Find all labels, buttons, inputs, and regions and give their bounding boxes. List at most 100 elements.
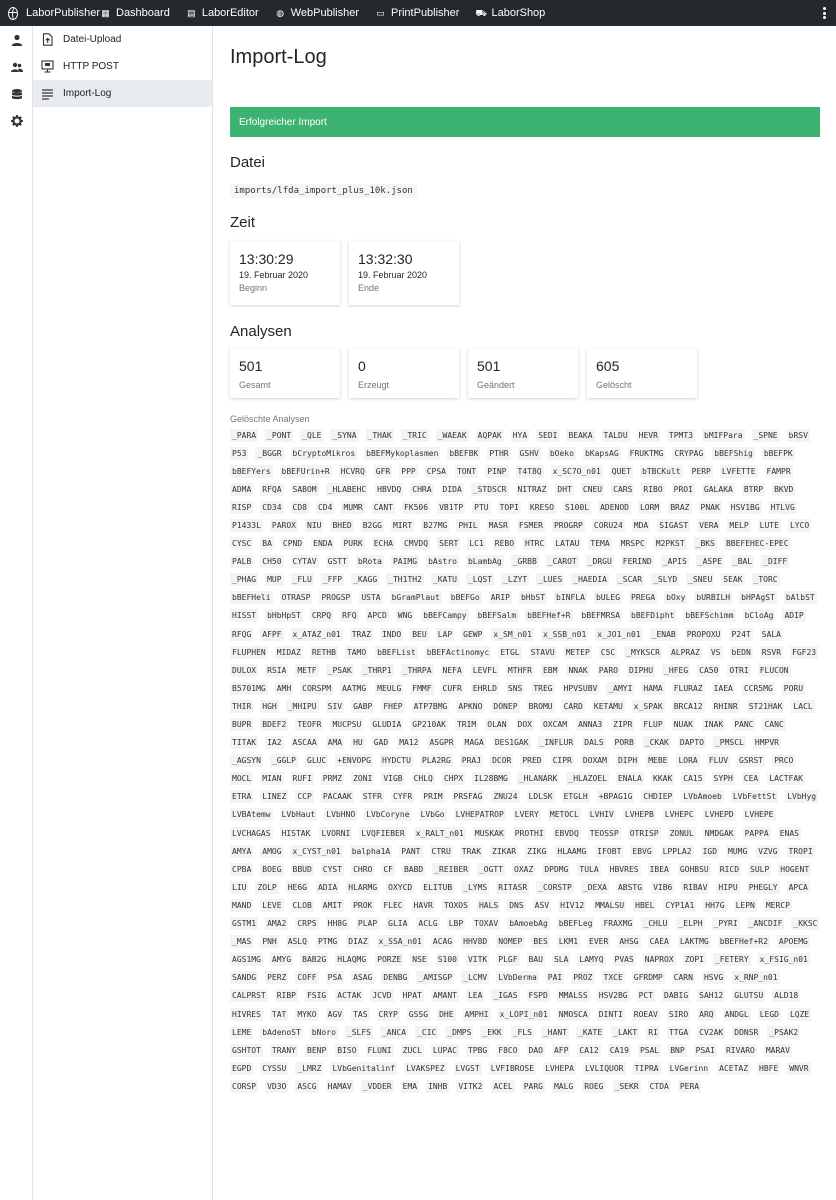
deleted-analysis-code: TRAK [459,844,484,858]
deleted-analysis-code: _DMPS [445,1025,474,1039]
stat-value: 501 [239,358,263,374]
nav-laborshop[interactable]: ⛟ LaborShop [475,0,545,26]
deleted-analysis-code: bINFLA [554,591,587,605]
deleted-analysis-code: P24T [729,627,753,641]
deleted-analysis-code: HISTAK [279,826,313,840]
deleted-analysis-code: LUTE [757,518,781,532]
deleted-analysis-code: MMALSS [556,989,590,1003]
deleted-analysis-code: OTRISP [627,826,661,840]
deleted-analysis-code: LIU [230,880,249,894]
user-icon [11,34,22,46]
deleted-analysis-code: CANT [371,500,395,514]
deleted-analysis-code: PTU [472,500,491,514]
deleted-analysis-code: OXYCD [386,880,415,894]
deleted-analysis-code: FLUP [641,718,665,731]
deleted-analysis-code: SABOM [290,482,319,496]
deleted-analysis-code: CA19 [607,1043,631,1057]
deleted-analysis-code: LVbHaut [279,808,318,822]
stat-card-changed: 501 Geändert [468,348,578,398]
rail-import[interactable] [0,80,33,107]
brand-label: LaborPublisher [26,7,100,19]
deleted-analysis-code: _STDSCR [470,482,509,496]
deleted-analysis-code: FRAXMG [601,917,635,931]
deleted-analysis-code: CD4 [315,500,335,514]
deleted-analysis-code: _LZYT [501,573,530,587]
deleted-analysis-code: bTBCKult [640,464,683,478]
nav-printpublisher[interactable]: ▭ PrintPublisher [375,0,459,26]
deleted-analysis-code: PNH [260,935,279,949]
deleted-analysis-code: _INFLUR [537,736,576,750]
nav-laboreditor[interactable]: ▤ LaborEditor [186,0,259,26]
rail-settings[interactable] [0,107,33,134]
sidebar-item-datei-upload[interactable]: Datei-Upload [33,26,212,53]
deleted-analysis-code: ASCG [295,1079,319,1093]
deleted-analysis-code: CHRO [351,862,375,876]
deleted-analysis-code: _VDDER [360,1079,394,1093]
deleted-analysis-code: PNAK [698,500,722,514]
deleted-analysis-code: NOMEP [496,935,525,949]
deleted-analysis-code: _LYMS [461,880,490,894]
document-icon: ▤ [187,7,196,18]
deleted-analysis-code: _HAEDIA [571,573,609,587]
deleted-analysis-code: RIVARO [723,1043,757,1057]
deleted-analysis-code: B5701MG [230,681,268,695]
page-title: Import-Log [230,46,327,68]
nav-webpublisher[interactable]: ◍ WebPublisher [275,0,359,26]
analyses-cards: 501 Gesamt 0 Erzeugt 501 Geändert 605 Ge… [230,348,820,398]
deleted-analysis-code: JCVD [370,989,394,1003]
deleted-analysis-code: NAPROX [642,953,676,967]
deleted-analysis-code: BAU [526,953,545,967]
deleted-analysis-code: RUFI [290,772,314,786]
deleted-analysis-code: NSE [410,953,429,967]
deleted-analysis-code: _SCAR [615,573,645,587]
deleted-analysis-code: HOGENT [778,862,812,876]
deleted-analysis-code: AMH [274,681,294,695]
deleted-analysis-code: bURBILH [694,591,733,605]
deleted-analysis-code: T4T8Q [515,464,544,478]
deleted-analysis-code: SAH12 [697,989,726,1003]
rail-user[interactable] [0,26,33,53]
deleted-analysis-code: LORA [676,754,700,768]
deleted-analysis-code: _MYKSCR [624,645,662,659]
deleted-analysis-code: CTDA [647,1079,671,1093]
deleted-analysis-code: CYSC [230,537,254,551]
deleted-analysis-code: CRPQ [309,609,334,623]
deleted-analysis-code: CHLQ [411,772,435,786]
deleted-analysis-code: AMYA [230,844,254,858]
deleted-analysis-code: bBEFHef+R2 [717,935,770,949]
sidebar-item-label: Datei-Upload [63,34,122,45]
deleted-analysis-code: _ENAB [649,627,678,641]
deleted-analysis-code: EBVG [630,844,654,858]
deleted-analysis-code: HTLVG [768,500,797,514]
brand-link[interactable]: LaborPublisher [0,0,100,26]
deleted-analysis-code: DES1GAK [492,736,531,750]
deleted-analysis-code: _WAEAK [435,428,469,442]
deleted-analysis-code: GLIA [386,917,410,931]
deleted-analysis-code: AMA [325,736,345,750]
deleted-analysis-code: PRIM [421,790,445,804]
sidebar-item-import-log[interactable]: Import-Log [33,80,212,107]
deleted-analysis-code: _ASPE [695,555,724,569]
deleted-analysis-code: TEOSSP [587,826,621,840]
deleted-analysis-code: DIDA [440,482,464,496]
deleted-analysis-code: BOEG [260,862,284,876]
deleted-analysis-code: _PSAK2 [767,1025,801,1039]
deleted-analysis-code: FSMER [516,518,545,532]
sidebar-item-http-post[interactable]: HTTP POST [33,53,212,80]
deleted-analysis-code: ENDA [311,537,335,551]
deleted-analysis-code: ALPRAZ [668,645,702,659]
deleted-analysis-code: TAT [269,1007,289,1021]
deleted-analysis-code: EVER [587,935,611,949]
deleted-analysis-code: AMIT [320,898,345,912]
deleted-analysis-code: bBEFMRSA [579,609,623,623]
deleted-analysis-code: ZIPR [611,718,635,731]
deleted-analysis-code: LACTFAK [767,772,805,786]
deleted-analysis-code: AFP [551,1043,571,1057]
deleted-analysis-code: BEU [410,627,429,641]
top-navbar: LaborPublisher ▦ Dashboard ▤ LaborEditor… [0,0,836,26]
rail-users[interactable] [0,53,33,80]
deleted-analysis-code: _ANCA [379,1025,409,1039]
more-menu-icon[interactable] [822,5,826,21]
deleted-analysis-code: IBEA [647,862,671,876]
nav-dashboard[interactable]: ▦ Dashboard [100,0,170,26]
